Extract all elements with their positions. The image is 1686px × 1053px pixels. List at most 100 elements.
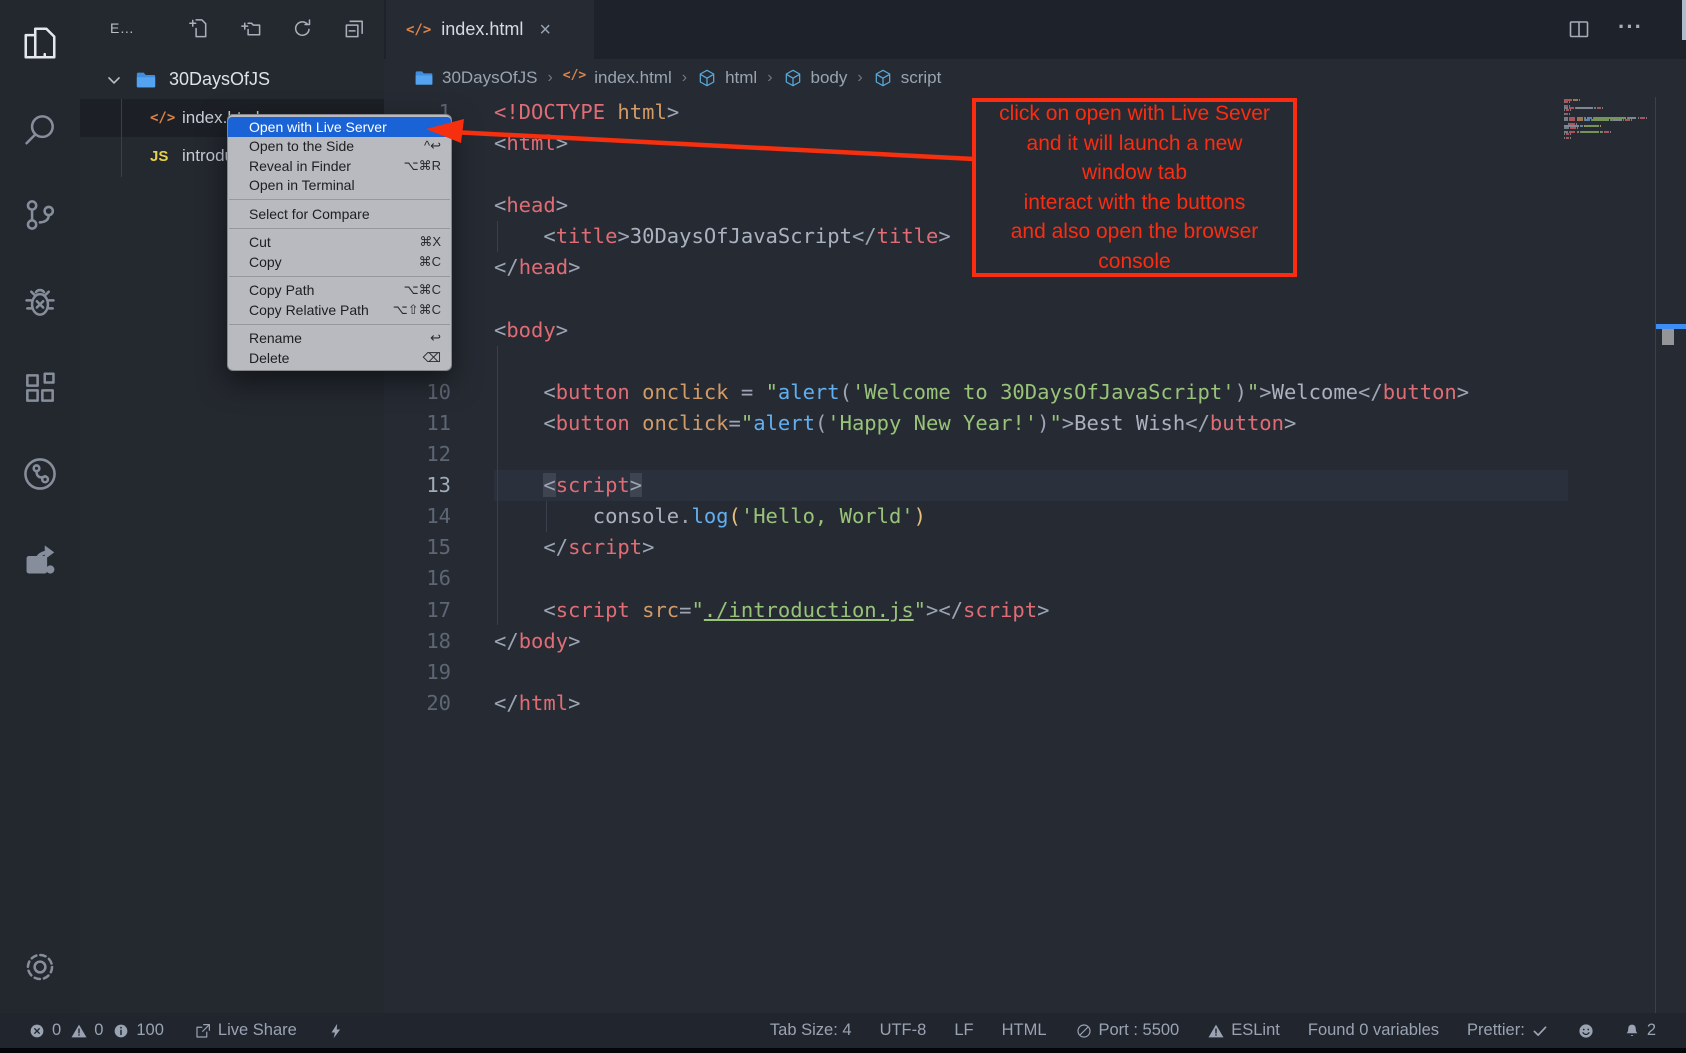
code-line-13[interactable]: 13 <script> [384, 470, 1686, 501]
scrollbar-thumb[interactable] [1662, 329, 1674, 345]
activity-share-icon[interactable] [21, 541, 59, 579]
minimap-token [1570, 109, 1571, 111]
menu-item-copy-relative-path[interactable]: Copy Relative Path⌥⇧⌘C [228, 300, 451, 320]
code-line-16[interactable]: 16 [384, 563, 1686, 594]
folder-label: 30DaysOfJS [169, 69, 270, 90]
code-token: > [568, 255, 580, 279]
html-file-icon: </> [563, 68, 586, 88]
code-line-10[interactable]: 10 <button onclick = "alert('Welcome to … [384, 377, 1686, 408]
minimap-token [1585, 125, 1599, 127]
code-line-8[interactable]: 8<body> [384, 315, 1686, 346]
minimap-token [1564, 119, 1568, 121]
activity-source-control-icon[interactable] [21, 196, 59, 234]
more-actions-icon[interactable]: ··· [1618, 14, 1642, 38]
breadcrumb-body[interactable]: body [783, 68, 848, 88]
code-line-14[interactable]: 14 console.log('Hello, World') [384, 501, 1686, 532]
menu-item-shortcut: ⌫ [423, 350, 441, 366]
status-0[interactable]: 0 [70, 1021, 103, 1040]
code-token: </ [494, 691, 519, 715]
new-folder-icon[interactable] [239, 17, 262, 40]
annotation-text: window tab [976, 158, 1293, 188]
code-line-11[interactable]: 11 <button onclick="alert('Happy New Yea… [384, 408, 1686, 439]
status-lf[interactable]: LF [954, 1021, 973, 1040]
menu-item-select-for-compare[interactable]: Select for Compare [228, 204, 451, 224]
code-line-7[interactable]: 7 [384, 284, 1686, 315]
code-line-18[interactable]: 18</body> [384, 626, 1686, 657]
status-label: 100 [136, 1021, 164, 1040]
line-number: 18 [384, 626, 494, 657]
status-label: ESLint [1231, 1021, 1280, 1040]
minimap-token [1564, 109, 1565, 111]
status-found-0-variables[interactable]: Found 0 variables [1308, 1021, 1439, 1040]
code-line-17[interactable]: 17 <script src="./introduction.js"></scr… [384, 595, 1686, 626]
activity-debug-icon[interactable] [21, 283, 59, 321]
menu-item-rename[interactable]: Rename↩ [228, 329, 451, 349]
annotation-box: click on open with Live Severand it will… [972, 98, 1297, 277]
menu-item-copy[interactable]: Copy⌘C [228, 252, 451, 272]
breadcrumb-30DaysOfJS[interactable]: 30DaysOfJS [414, 68, 537, 88]
status-label: 0 [52, 1021, 61, 1040]
code-line-12[interactable]: 12 [384, 439, 1686, 470]
status-port-5500[interactable]: Port : 5500 [1075, 1021, 1180, 1040]
status-prettier-[interactable]: Prettier: [1467, 1021, 1549, 1040]
menu-item-open-in-terminal[interactable]: Open in Terminal [228, 176, 451, 196]
code-token: </ [1358, 380, 1383, 404]
breadcrumb-html[interactable]: html [697, 68, 757, 88]
menu-item-copy-path[interactable]: Copy Path⌥⌘C [228, 281, 451, 301]
status-eslint[interactable]: ESLint [1207, 1021, 1280, 1040]
status-lightning[interactable] [327, 1022, 345, 1040]
menu-item-open-to-the-side[interactable]: Open to the Side^↩ [228, 137, 451, 157]
status-smiley[interactable] [1577, 1022, 1595, 1040]
code-token: < [494, 411, 556, 435]
refresh-icon[interactable] [291, 17, 314, 40]
status-100[interactable]: 100 [112, 1021, 164, 1040]
menu-item-cut[interactable]: Cut⌘X [228, 233, 451, 253]
status-utf-8[interactable]: UTF-8 [880, 1021, 927, 1040]
menu-item-label: Cut [249, 234, 419, 250]
minimap[interactable] [1564, 97, 1654, 237]
activity-search-icon[interactable] [21, 110, 59, 148]
status-0[interactable]: 0 [28, 1021, 61, 1040]
close-icon[interactable]: × [539, 20, 551, 40]
code-token: = [679, 598, 691, 622]
chevron-down-icon[interactable] [104, 70, 124, 90]
activity-explorer-icon[interactable] [21, 24, 59, 62]
menu-item-open-with-live-server[interactable]: Open with Live Server [228, 117, 451, 137]
status-tab-size-4[interactable]: Tab Size: 4 [770, 1021, 852, 1040]
activity-gear-icon[interactable] [21, 948, 59, 986]
code-line-15[interactable]: 15 </script> [384, 532, 1686, 563]
menu-item-reveal-in-finder[interactable]: Reveal in Finder⌥⌘R [228, 156, 451, 176]
minimap-token [1569, 119, 1574, 121]
annotation-text: and it will launch a new [976, 129, 1293, 159]
tab-index-html[interactable]: </> index.html × [386, 0, 594, 59]
collapse-all-icon[interactable] [343, 17, 366, 40]
breadcrumb-index.html[interactable]: </>index.html [563, 68, 672, 88]
menu-item-delete[interactable]: Delete⌫ [228, 348, 451, 368]
folder-row-30daysofjs[interactable]: 30DaysOfJS [80, 62, 384, 97]
code-token: ) [1235, 380, 1247, 404]
breadcrumb-label: script [901, 68, 942, 88]
status-label: Port : 5500 [1099, 1021, 1180, 1040]
status-live-share[interactable]: Live Share [194, 1021, 297, 1040]
activity-extensions-icon[interactable] [21, 369, 59, 407]
code-token: script [556, 598, 630, 622]
code-line-19[interactable]: 19 [384, 657, 1686, 688]
line-content [494, 657, 1568, 688]
status-2[interactable]: 2 [1623, 1021, 1656, 1040]
code-line-20[interactable]: 20</html> [384, 688, 1686, 719]
activity-circle-branch-icon[interactable] [21, 455, 59, 493]
status-label: LF [954, 1021, 973, 1040]
indent-guide [497, 221, 498, 252]
split-editor-icon[interactable] [1567, 17, 1591, 41]
code-token: title [556, 224, 618, 248]
bell-icon [1623, 1022, 1641, 1040]
status-label: Live Share [218, 1021, 297, 1040]
annotation-text: click on open with Live Sever [976, 99, 1293, 129]
cube-icon [783, 68, 803, 88]
breadcrumb-script[interactable]: script [873, 68, 942, 88]
status-html[interactable]: HTML [1002, 1021, 1047, 1040]
new-file-icon[interactable] [187, 17, 210, 40]
line-content: <script> [494, 470, 1568, 501]
code-line-9[interactable]: 9 [384, 346, 1686, 377]
status-label: Tab Size: 4 [770, 1021, 852, 1040]
